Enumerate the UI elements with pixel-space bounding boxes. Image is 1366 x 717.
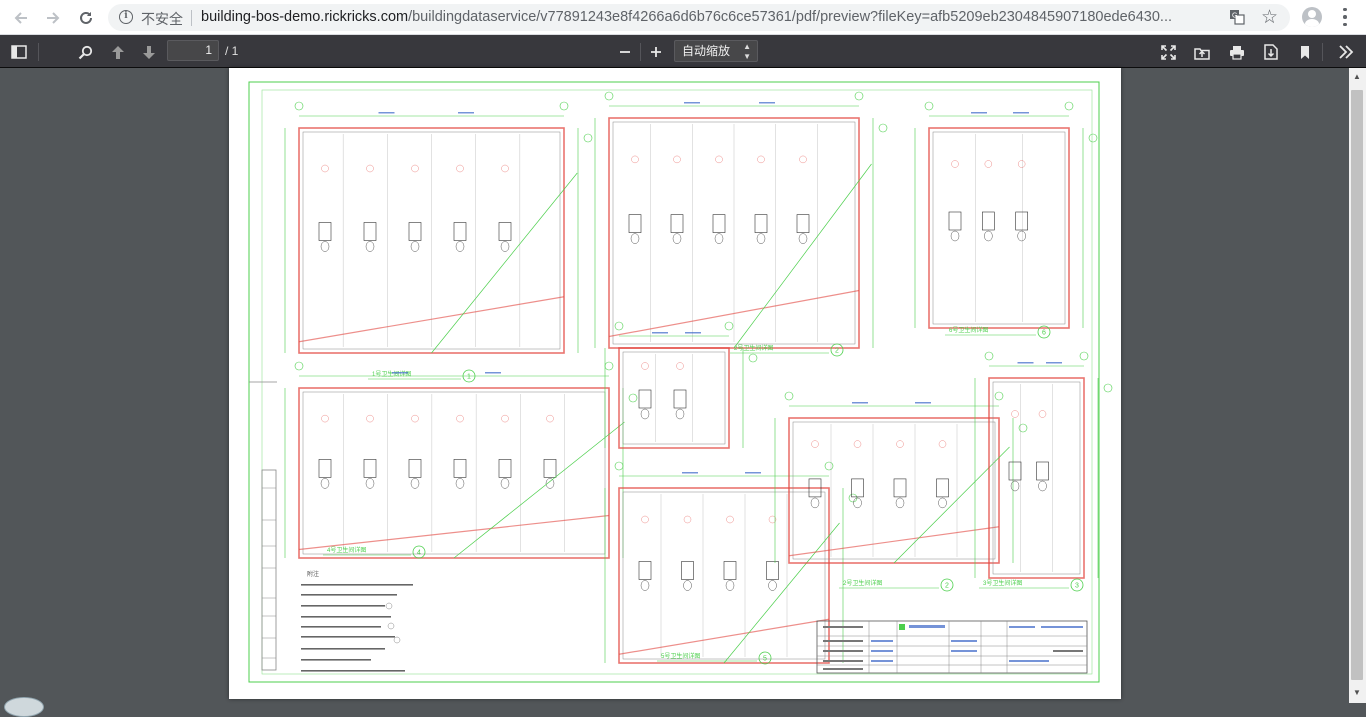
- floor-plan: [604, 321, 758, 449]
- pdf-viewer-container[interactable]: 1号卫生间详图 1 2号卫生间详图 2 6号卫生间详图 6 4号卫生间详图 4 5号卫生间详图 5…: [0, 68, 1349, 703]
- omnibox[interactable]: i 不安全 building-bos-demo.rickricks.com/bu…: [108, 4, 1290, 31]
- browser-address-bar: i 不安全 building-bos-demo.rickricks.com/bu…: [0, 0, 1366, 35]
- find-icon: [78, 45, 92, 59]
- plan-number: 2: [835, 348, 839, 355]
- toolbar-divider: [38, 43, 39, 61]
- plan-title: 6号卫生间详图: [949, 326, 988, 334]
- next-page-button[interactable]: [138, 41, 160, 63]
- plan-title: 2号卫生间详图: [843, 579, 882, 587]
- floor-plan: 4号卫生间详图 4: [284, 361, 638, 559]
- pdf-toolbar: 1 / 1 自动缩放 ▲ ▼: [0, 35, 1366, 68]
- url-host: building-bos-demo.rickricks.com: [201, 9, 409, 25]
- scrollbar-thumb[interactable]: [1351, 90, 1363, 680]
- browser-menu-icon[interactable]: [1335, 6, 1355, 28]
- floor-plan: 3号卫生间详图 3: [974, 351, 1113, 592]
- toolbar-divider: [640, 43, 641, 61]
- zoom-select-label: 自动缩放: [682, 44, 731, 58]
- toolbar-divider: [1322, 43, 1323, 61]
- find-button[interactable]: [74, 41, 96, 63]
- profile-avatar[interactable]: [1302, 7, 1322, 27]
- zoom-select[interactable]: 自动缩放 ▲ ▼: [674, 40, 758, 62]
- plan-title: 5号卫生间详图: [661, 652, 700, 660]
- bookmark-button[interactable]: [1294, 41, 1316, 63]
- floor-plan: 6号卫生间详图 6: [914, 101, 1098, 339]
- print-button[interactable]: [1226, 41, 1248, 63]
- info-icon[interactable]: i: [119, 10, 133, 24]
- scroll-up-icon[interactable]: ▲: [1353, 72, 1361, 81]
- reload-button[interactable]: [73, 5, 99, 31]
- url-path: /buildingdataservice/v77891243e8f4266a6d…: [408, 9, 1173, 25]
- presentation-mode-button[interactable]: [1157, 41, 1179, 63]
- page-total: / 1: [225, 44, 239, 58]
- bookmark-star-icon[interactable]: ☆: [1261, 6, 1278, 29]
- previous-page-button[interactable]: [107, 41, 129, 63]
- forward-button[interactable]: [40, 5, 66, 31]
- notes-title: 附注: [307, 570, 319, 578]
- floor-plan: 1号卫生间详图 1: [284, 101, 593, 383]
- zoom-out-button[interactable]: [614, 41, 636, 63]
- plan-number: 2: [945, 583, 949, 590]
- plan-title: 3号卫生间详图: [983, 579, 1022, 587]
- plan-number: 1: [467, 374, 471, 381]
- omnibox-divider: [191, 10, 192, 26]
- url-text[interactable]: building-bos-demo.rickricks.com/building…: [201, 9, 1219, 25]
- plan-number: 3: [1075, 583, 1079, 590]
- floating-widget-icon[interactable]: [4, 697, 44, 717]
- page-number-input[interactable]: 1: [167, 40, 219, 61]
- previous-page-icon: [112, 45, 124, 59]
- floor-plan: 2号卫生间详图 2: [594, 91, 888, 357]
- download-button[interactable]: [1260, 41, 1282, 63]
- svg-text:G: G: [1232, 13, 1237, 20]
- next-page-icon: [143, 45, 155, 59]
- presentation-mode-icon: [1160, 44, 1176, 60]
- plan-number: 4: [417, 550, 421, 557]
- plan-number: 6: [1042, 330, 1046, 337]
- plan-number: 5: [763, 656, 767, 663]
- tools-button[interactable]: [1335, 41, 1357, 63]
- arrow-right-icon: [47, 12, 60, 24]
- viewer-scrollbar[interactable]: ▲ ▼: [1349, 68, 1366, 703]
- plan-title: 2号卫生间详图: [734, 344, 773, 352]
- open-file-button[interactable]: [1191, 41, 1213, 63]
- title-block: [816, 620, 1088, 674]
- pdf-page: 1号卫生间详图 1 2号卫生间详图 2 6号卫生间详图 6 4号卫生间详图 4 5号卫生间详图 5…: [229, 68, 1121, 699]
- print-icon: [1230, 45, 1244, 60]
- plan-title: 4号卫生间详图: [327, 546, 366, 554]
- back-button[interactable]: [8, 5, 34, 31]
- translate-icon[interactable]: G: [1229, 9, 1245, 25]
- download-icon: [1264, 44, 1278, 60]
- sidebar-toggle-icon: [11, 45, 27, 59]
- reload-icon: [80, 11, 92, 24]
- chevron-updown-icon: ▲ ▼: [743, 42, 751, 61]
- sidebar-toggle-button[interactable]: [8, 41, 30, 63]
- bookmark-icon: [1301, 45, 1309, 59]
- zoom-in-button[interactable]: [645, 41, 667, 63]
- security-status[interactable]: 不安全: [141, 9, 183, 29]
- zoom-in-icon: [651, 47, 661, 57]
- scroll-down-icon[interactable]: ▼: [1353, 688, 1361, 697]
- tools-icon: [1339, 45, 1354, 59]
- cad-drawing: 1号卫生间详图 1 2号卫生间详图 2 6号卫生间详图 6 4号卫生间详图 4 5号卫生间详图 5…: [248, 81, 1113, 683]
- open-file-icon: [1194, 47, 1210, 60]
- plan-title: 1号卫生间详图: [372, 370, 411, 378]
- arrow-left-icon: [14, 12, 27, 24]
- drawing-notes: 附注: [301, 570, 413, 672]
- zoom-out-icon: [620, 51, 630, 53]
